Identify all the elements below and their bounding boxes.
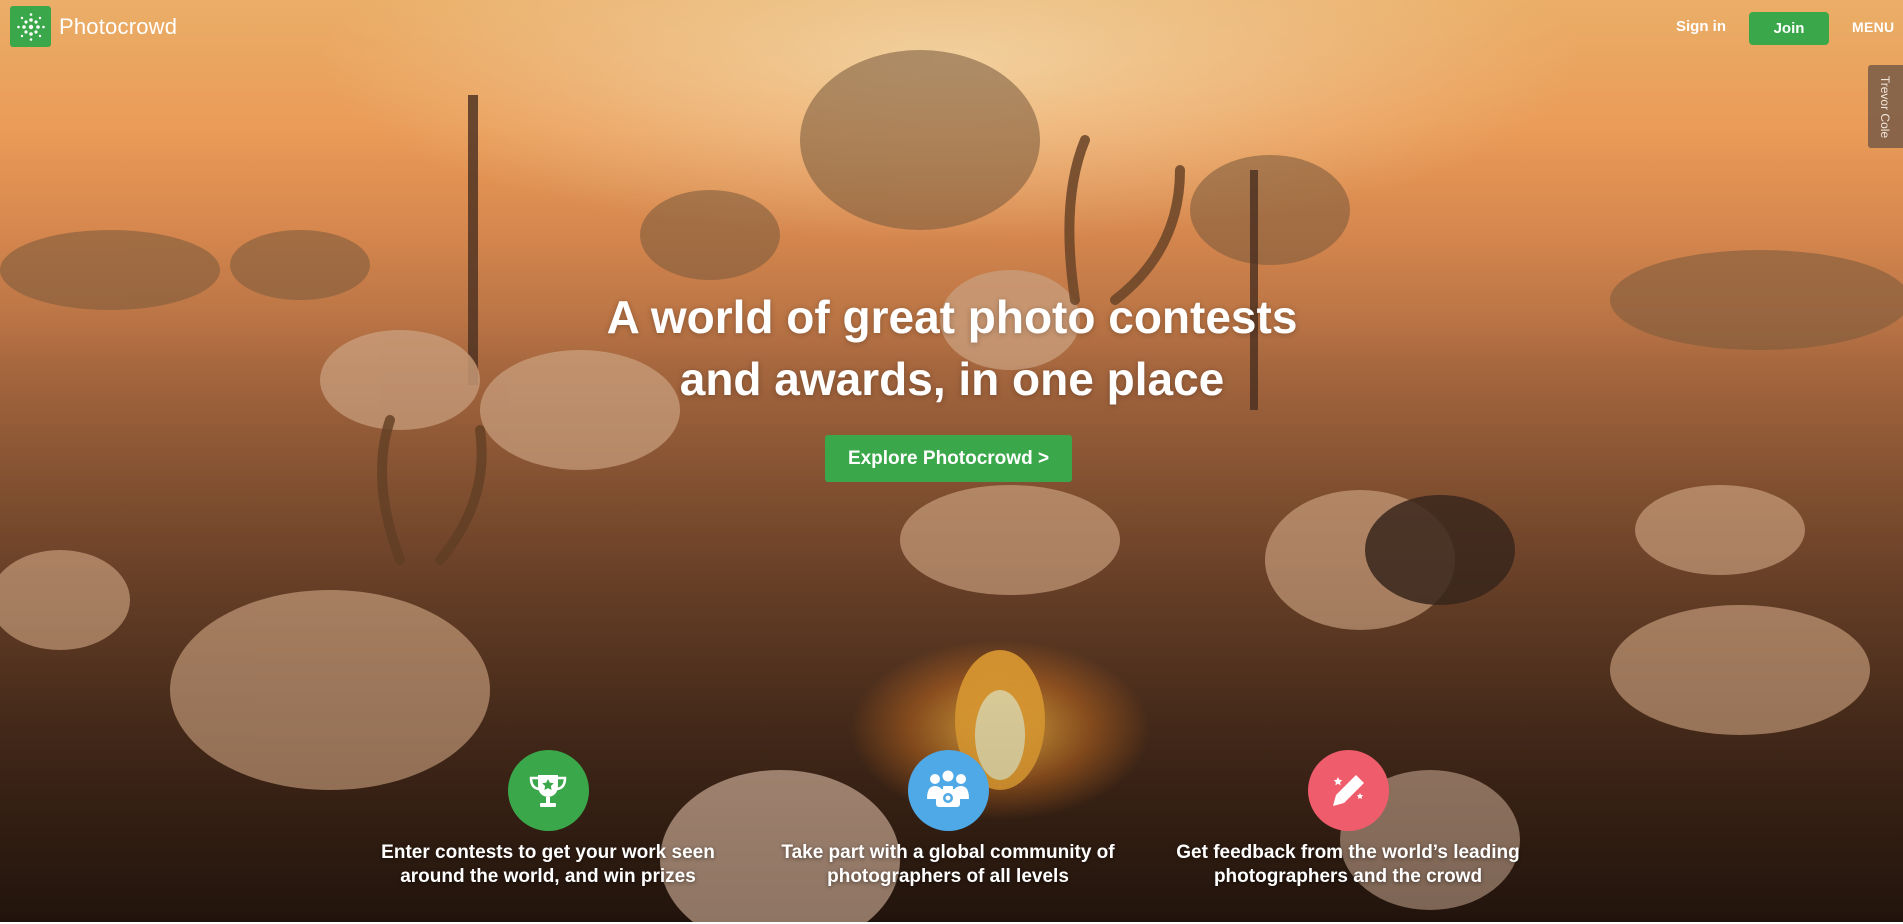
photo-credit-tab[interactable]: Trevor Cole (1868, 65, 1903, 148)
menu-button[interactable]: MENU (1852, 19, 1894, 35)
feature-text-line: Get feedback from the world’s leading (1176, 842, 1520, 863)
feature-text-line: Take part with a global community of (781, 842, 1115, 863)
feature-text-line: photographers and the crowd (1213, 866, 1483, 887)
feature-text-line: around the world, and win prizes (400, 866, 696, 887)
join-button[interactable]: Join (1749, 12, 1829, 45)
community-camera-icon (907, 750, 989, 831)
brand-name: Photocrowd (59, 13, 178, 39)
feature-contests: Enter contests to get your work seen aro… (368, 750, 728, 889)
photo-credit-name: Trevor Cole (1878, 75, 1893, 138)
feature-text-line: Enter contests to get your work seen (381, 842, 715, 863)
site-logo[interactable]: Photocrowd (10, 6, 177, 47)
feature-community: Take part with a global community of pho… (768, 750, 1128, 889)
headline-line-2: and awards, in one place (679, 353, 1225, 405)
sign-in-link[interactable]: Sign in (1676, 18, 1726, 35)
photocrowd-dots-icon (10, 6, 51, 47)
feature-text: Get feedback from the world’s leading ph… (1168, 841, 1528, 889)
feedback-pen-icon (1307, 750, 1389, 831)
feature-text-line: photographers of all levels (827, 866, 1069, 887)
feature-feedback: Get feedback from the world’s leading ph… (1168, 750, 1528, 889)
explore-photocrowd-button[interactable]: Explore Photocrowd > (825, 435, 1072, 482)
trophy-icon (507, 750, 589, 831)
hero-headline: A world of great photo contests and awar… (452, 286, 1452, 410)
feature-text: Take part with a global community of pho… (768, 841, 1128, 889)
headline-line-1: A world of great photo contests (606, 291, 1298, 343)
feature-text: Enter contests to get your work seen aro… (368, 841, 728, 889)
